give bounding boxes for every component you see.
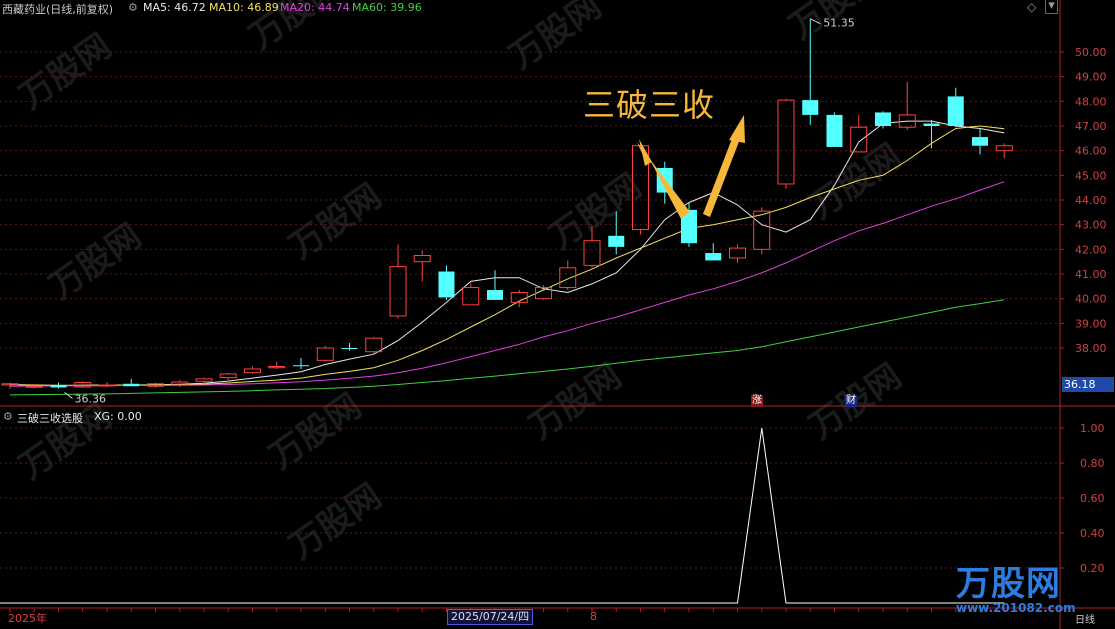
stock-title: 西藏药业(日线,前复权) xyxy=(2,3,114,16)
year-label: 2025年 xyxy=(8,612,47,625)
expand-icon[interactable]: ▾ xyxy=(1045,0,1058,14)
event-badge-finance[interactable]: 财 xyxy=(845,395,857,407)
sub-indicator-title: 三破三收选股 xyxy=(17,412,83,425)
up-arrow xyxy=(703,136,740,217)
candle-body xyxy=(487,290,503,300)
candle-body xyxy=(244,368,261,374)
low-price-label: 36.36 xyxy=(75,392,107,405)
y-tick-label: 48.00 xyxy=(1075,95,1107,108)
watermark: 万股网 xyxy=(262,386,368,477)
y-tick-label: 47.00 xyxy=(1075,120,1107,133)
candle-body xyxy=(875,112,891,126)
cursor-date-label: 2025/07/24/四 xyxy=(447,609,534,625)
watermark: 万股网 xyxy=(282,476,388,567)
period-label[interactable]: 日线 xyxy=(1075,611,1095,626)
ma10-label: MA10: 46.89 xyxy=(209,1,279,14)
ma5-label: MA5: 46.72 xyxy=(143,1,206,14)
watermark: 万股网 xyxy=(12,26,118,117)
candle-body xyxy=(219,373,237,379)
ma20-label: MA20: 44.74 xyxy=(280,1,350,14)
y-tick-label: 42.00 xyxy=(1075,243,1107,256)
y-tick-label: 38.00 xyxy=(1075,342,1107,355)
settings-gear-icon[interactable]: ⚙ xyxy=(128,1,138,14)
candle-body xyxy=(389,266,407,317)
low-pointer xyxy=(64,392,73,399)
sub-y-tick-label: 0.40 xyxy=(1080,527,1105,540)
candle-body xyxy=(171,381,189,386)
candle-body xyxy=(268,366,286,369)
watermark: 万股网 xyxy=(282,176,388,267)
candle-body xyxy=(583,240,601,266)
candle-body xyxy=(802,100,819,115)
candle-body xyxy=(341,348,358,349)
sub-y-tick-label: 1.00 xyxy=(1080,422,1105,435)
candle-body xyxy=(413,255,431,263)
xg-signal-line xyxy=(0,427,1005,604)
candle-body xyxy=(98,384,116,387)
brand-logo-url: www.201082.com xyxy=(956,601,1076,615)
sub-y-tick-label: 0.60 xyxy=(1080,492,1105,505)
candle-body xyxy=(123,383,140,387)
candle-body xyxy=(438,271,455,298)
event-badge-limit[interactable]: 涨 xyxy=(751,395,763,407)
sub-indicator-value: XG: 0.00 xyxy=(94,410,142,423)
y-tick-label: 39.00 xyxy=(1075,317,1107,330)
brand-logo-text: 万股网 xyxy=(956,564,1061,604)
overlay-annotation: 三破三收 xyxy=(583,86,716,124)
candle-body xyxy=(826,114,843,147)
high-price-label: 51.35 xyxy=(823,17,855,30)
ma-line-ma20 xyxy=(9,181,1005,387)
candle-body xyxy=(462,287,480,306)
y-tick-label: 44.00 xyxy=(1075,194,1107,207)
down-arrow-head xyxy=(639,139,652,166)
candle-body xyxy=(316,347,334,361)
candle-body xyxy=(608,235,625,247)
y-tick-label: 40.00 xyxy=(1075,293,1107,306)
candle-body xyxy=(753,210,771,250)
candle-body xyxy=(972,137,988,146)
candle-body xyxy=(293,365,309,367)
chart-canvas: 万股网万股网 万股网 万股网万股网 万股网 万股网 万股网万股网 万股网 万股网 万股网万股网 … xyxy=(0,0,1115,629)
candle-body xyxy=(995,145,1013,152)
watermark: 万股网 xyxy=(502,0,608,77)
y-tick-label: 46.00 xyxy=(1075,145,1107,158)
month-label: 8 xyxy=(590,610,597,623)
candle-body xyxy=(25,385,43,388)
watermark: 万股网 xyxy=(42,216,148,307)
current-price-tag: 36.18 xyxy=(1062,377,1114,392)
up-arrow-head xyxy=(729,115,745,143)
y-tick-label: 45.00 xyxy=(1075,169,1107,182)
indicator-settings-icon[interactable]: ⚙ xyxy=(3,410,13,423)
candle-body xyxy=(195,378,213,382)
candle-body xyxy=(850,126,868,153)
y-tick-label: 50.00 xyxy=(1075,46,1107,59)
diamond-icon[interactable]: ◇ xyxy=(1027,0,1036,14)
candle-body xyxy=(777,99,795,185)
y-tick-label: 41.00 xyxy=(1075,268,1107,281)
candle-body xyxy=(923,123,940,126)
sub-y-tick-label: 0.80 xyxy=(1080,457,1105,470)
candle-body xyxy=(365,337,383,353)
candle-body xyxy=(50,385,67,388)
y-tick-label: 49.00 xyxy=(1075,71,1107,84)
candle-body xyxy=(559,267,577,289)
candle-body xyxy=(947,96,964,126)
sub-y-tick-label: 0.20 xyxy=(1080,562,1105,575)
watermark: 万股网 xyxy=(522,356,628,447)
ma60-label: MA60: 39.96 xyxy=(352,1,422,14)
y-tick-label: 43.00 xyxy=(1075,219,1107,232)
candle-body xyxy=(705,253,722,261)
